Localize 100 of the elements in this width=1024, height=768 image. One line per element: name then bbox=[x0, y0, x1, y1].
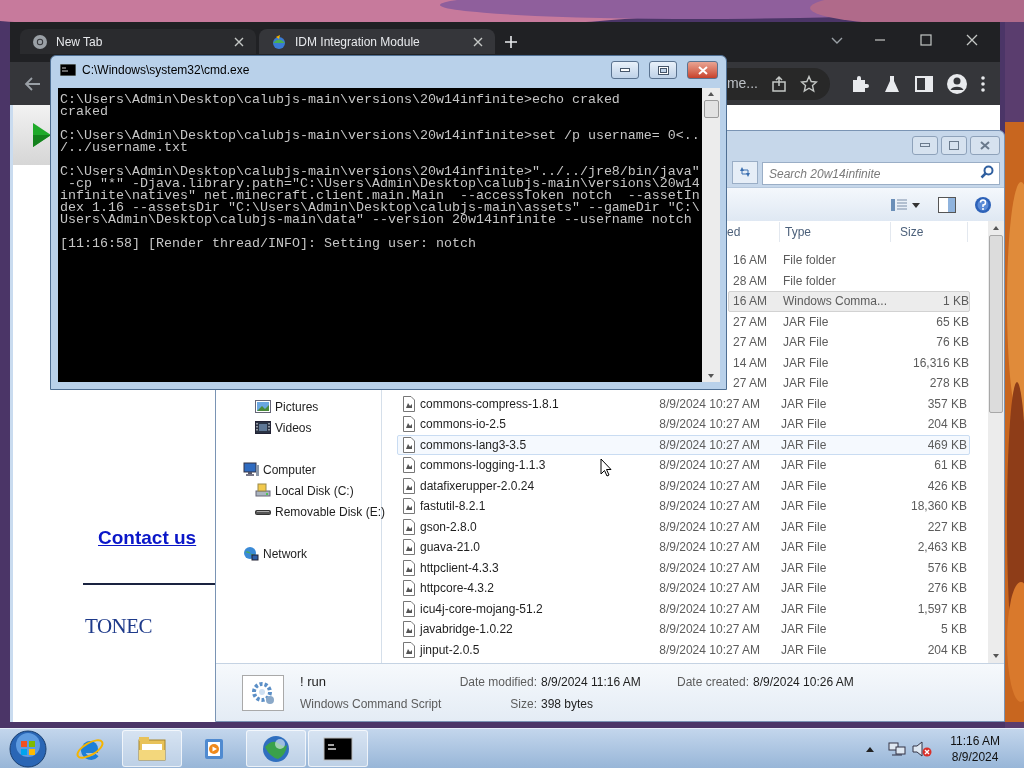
network-icon bbox=[243, 546, 259, 561]
contact-link[interactable]: Contact us bbox=[98, 524, 197, 553]
file-row[interactable]: 27 AM JAR File 76 KB bbox=[728, 332, 970, 353]
show-hidden-icons-icon[interactable] bbox=[866, 745, 875, 752]
console-line: dex 1.16 --assetsDir "C:\Users\Admin\Desktop\calubjs-main\assets" --gameDir "C:\ bbox=[60, 202, 701, 214]
file-row[interactable]: 28 AM File folder bbox=[728, 270, 970, 291]
close-button[interactable] bbox=[970, 135, 1000, 155]
type-cell-text: JAR File bbox=[783, 354, 830, 372]
maximize-button[interactable] bbox=[649, 61, 677, 79]
new-tab-icon[interactable] bbox=[504, 35, 518, 49]
file-row[interactable]: commons-io-2.5 8/9/2024 10:27 AM JAR File 204 KB bbox=[397, 414, 970, 435]
file-row[interactable]: commons-compress-1.8.1 8/9/2024 10:27 AM JAR File 357 KB bbox=[397, 393, 970, 414]
menu-icon[interactable] bbox=[980, 74, 986, 93]
file-row[interactable]: javabridge-1.0.22 8/9/2024 10:27 AM JAR File 5 KB bbox=[397, 619, 970, 640]
file-row[interactable]: 27 AM JAR File 65 KB bbox=[728, 311, 970, 332]
nav-item[interactable]: Network bbox=[216, 543, 381, 564]
file-row[interactable]: 16 AM File folder bbox=[728, 250, 970, 271]
date-cell-text: 8/9/2024 10:27 AM bbox=[658, 518, 760, 536]
file-icon bbox=[402, 395, 416, 412]
column-header[interactable]: Type bbox=[780, 223, 890, 241]
size-cell-text: 1,597 KB bbox=[916, 600, 967, 618]
file-row[interactable]: commons-logging-1.1.3 8/9/2024 10:27 AM JAR File 61 KB bbox=[397, 455, 970, 476]
console-line: [11:16:58] [Render thread/INFO]: Setting user: notch bbox=[60, 238, 477, 250]
nav-item[interactable]: Local Disk (C:) bbox=[216, 480, 381, 501]
file-row[interactable]: gson-2.8.0 8/9/2024 10:27 AM JAR File 227 KB bbox=[397, 516, 970, 537]
view-options-icon[interactable] bbox=[890, 197, 920, 212]
search-field[interactable]: Search 20w14infinite bbox=[762, 162, 1000, 185]
close-icon[interactable] bbox=[473, 36, 483, 47]
browser-tab[interactable]: New Tab bbox=[20, 29, 256, 54]
refresh-button[interactable] bbox=[732, 160, 758, 184]
file-row[interactable]: guava-21.0 8/9/2024 10:27 AM JAR File 2,463 KB bbox=[397, 537, 970, 558]
close-button[interactable] bbox=[687, 61, 718, 79]
refresh-icon bbox=[738, 166, 752, 178]
maximize-icon[interactable] bbox=[920, 34, 932, 46]
file-name: javabridge-1.0.22 bbox=[420, 621, 513, 639]
type-cell-text: JAR File bbox=[781, 600, 828, 618]
date-cell-text: 8/9/2024 10:27 AM bbox=[658, 436, 760, 454]
help-icon[interactable] bbox=[974, 195, 992, 214]
browser-tab[interactable]: IDM Integration Module bbox=[259, 29, 495, 54]
file-icon bbox=[402, 641, 416, 658]
speaker-muted-icon[interactable] bbox=[912, 740, 933, 757]
type-cell-text: JAR File bbox=[781, 457, 828, 475]
back-arrow-icon[interactable] bbox=[24, 74, 42, 93]
share-icon[interactable] bbox=[770, 74, 788, 93]
start-button[interactable] bbox=[9, 729, 47, 768]
disk-icon bbox=[255, 483, 271, 498]
type-cell-text: JAR File bbox=[781, 641, 828, 659]
puzzle-icon[interactable] bbox=[850, 73, 870, 94]
file-name: datafixerupper-2.0.24 bbox=[420, 477, 535, 495]
clock-time: 11:16 AM bbox=[950, 732, 1000, 749]
field-value: 8/9/2024 11:16 AM bbox=[541, 673, 642, 691]
minimize-button[interactable] bbox=[611, 61, 639, 79]
type-cell-text: JAR File bbox=[781, 416, 828, 434]
nav-item[interactable]: Videos bbox=[216, 417, 381, 438]
mouse-pointer-icon bbox=[600, 458, 612, 477]
file-row[interactable]: 27 AM JAR File 278 KB bbox=[728, 373, 970, 394]
search-icon[interactable] bbox=[980, 164, 994, 179]
file-icon bbox=[402, 621, 416, 638]
field-label: Size: bbox=[510, 695, 537, 713]
size-cell-text: 276 KB bbox=[926, 580, 967, 598]
console-line: C:\Users\Admin\Desktop\calubjs-main\versions\20w14infinite>set /p username= 0<.. bbox=[60, 130, 701, 142]
chevron-down-icon[interactable] bbox=[830, 36, 844, 46]
maximize-icon bbox=[657, 65, 669, 75]
maximize-button[interactable] bbox=[941, 135, 967, 155]
star-icon[interactable] bbox=[800, 74, 818, 93]
file-row[interactable]: fastutil-8.2.1 8/9/2024 10:27 AM JAR File 18,360 KB bbox=[397, 496, 970, 517]
file-row[interactable]: httpcore-4.3.2 8/9/2024 10:27 AM JAR File 276 KB bbox=[397, 578, 970, 599]
minimize-button[interactable] bbox=[912, 135, 938, 155]
size-cell-text: 76 KB bbox=[935, 334, 969, 352]
file-name: guava-21.0 bbox=[420, 539, 481, 557]
network-icon[interactable] bbox=[888, 740, 907, 757]
profile-icon[interactable] bbox=[946, 72, 968, 95]
file-row[interactable]: commons-lang3-3.5 8/9/2024 10:27 AM JAR File 469 KB bbox=[397, 434, 970, 455]
column-header[interactable]: ed bbox=[727, 223, 764, 241]
column-header[interactable]: Size bbox=[891, 223, 967, 241]
maximize-icon bbox=[949, 140, 959, 150]
clock[interactable]: 11:16 AM 8/9/2024 bbox=[950, 732, 1000, 765]
scrollbar[interactable] bbox=[702, 88, 720, 382]
flask-icon[interactable] bbox=[882, 73, 902, 94]
close-icon[interactable] bbox=[966, 34, 978, 46]
file-row[interactable]: 16 AM Windows Comma... 1 KB bbox=[728, 291, 970, 312]
nav-item[interactable]: Pictures bbox=[216, 396, 381, 417]
size-cell-text: 1 KB bbox=[942, 293, 969, 311]
close-icon[interactable] bbox=[234, 36, 244, 47]
file-row[interactable]: datafixerupper-2.0.24 8/9/2024 10:27 AM JAR File 426 KB bbox=[397, 475, 970, 496]
console-line: craked bbox=[60, 106, 108, 118]
scrollbar-thumb[interactable] bbox=[703, 100, 719, 118]
preview-pane-icon[interactable] bbox=[938, 196, 956, 213]
file-row[interactable]: icu4j-core-mojang-51.2 8/9/2024 10:27 AM JAR File 1,597 KB bbox=[397, 598, 970, 619]
taskbar-button[interactable] bbox=[308, 730, 368, 767]
scrollbar[interactable] bbox=[988, 221, 1004, 663]
minimize-icon bbox=[920, 142, 930, 148]
address-bar[interactable]: me... bbox=[726, 67, 830, 100]
nav-item[interactable]: Computer bbox=[216, 459, 381, 480]
file-row[interactable]: jinput-2.0.5 8/9/2024 10:27 AM JAR File 204 KB bbox=[397, 639, 970, 660]
file-name: httpcore-4.3.2 bbox=[420, 580, 495, 598]
scrollbar-thumb[interactable] bbox=[989, 235, 1003, 413]
file-row[interactable]: httpclient-4.3.3 8/9/2024 10:27 AM JAR File 576 KB bbox=[397, 557, 970, 578]
file-row[interactable]: 14 AM JAR File 16,316 KB bbox=[728, 352, 970, 373]
side-panel-icon[interactable] bbox=[914, 73, 934, 94]
